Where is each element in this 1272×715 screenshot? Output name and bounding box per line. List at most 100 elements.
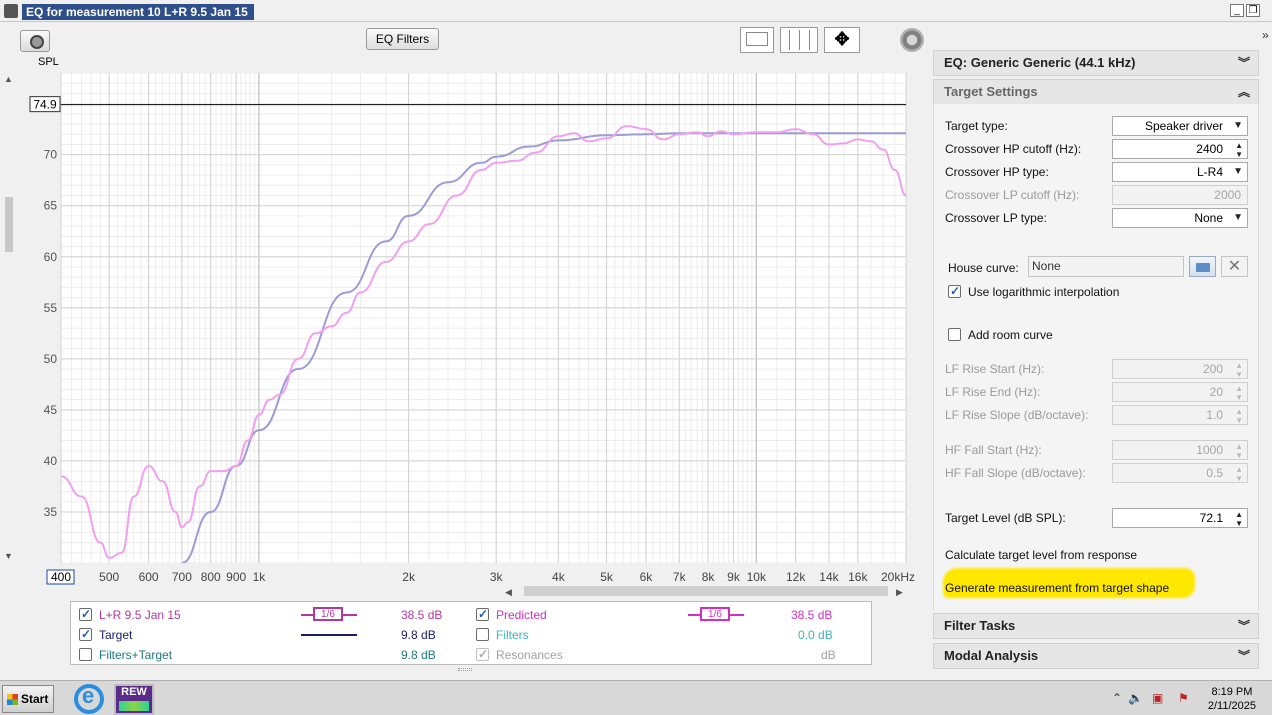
- show-hidden-icons-icon[interactable]: ⌃: [1112, 691, 1122, 705]
- internet-explorer-icon[interactable]: [74, 683, 104, 714]
- resize-grip[interactable]: [458, 668, 472, 671]
- x-tick-label: 16k: [848, 570, 868, 584]
- hf-fall-slope-value: 0.5: [1206, 466, 1223, 480]
- lp-cutoff-value: 2000: [1214, 188, 1241, 202]
- gear-icon[interactable]: [900, 28, 924, 52]
- room-curve-checkbox[interactable]: [948, 328, 961, 341]
- lp-type-select[interactable]: None ▼: [1112, 208, 1248, 228]
- predicted-checkbox[interactable]: [476, 607, 489, 621]
- start-button[interactable]: Start: [2, 685, 54, 713]
- measurement-checkbox[interactable]: [79, 607, 92, 621]
- lf-rise-start-spinner: 200 ▲ ▼: [1112, 359, 1248, 379]
- single-view-icon[interactable]: [740, 27, 774, 53]
- house-curve-field[interactable]: None: [1028, 256, 1184, 277]
- lf-rise-slope-value: 1.0: [1206, 408, 1223, 422]
- move-arrows-icon[interactable]: ✥: [824, 27, 860, 53]
- target-level-spinner[interactable]: 72.1 ▲ ▼: [1112, 508, 1248, 528]
- filters-target-checkbox[interactable]: [79, 648, 92, 661]
- split-view-icon[interactable]: [780, 27, 818, 53]
- hf-fall-start-value: 1000: [1196, 443, 1223, 457]
- y-tick-label: 35: [44, 505, 58, 519]
- hp-type-select[interactable]: L-R4 ▼: [1112, 162, 1248, 182]
- legend-row-resonances: Resonances dB: [476, 647, 866, 665]
- restore-button[interactable]: ❐: [1246, 4, 1260, 17]
- smoothing-badge[interactable]: 1/6: [313, 607, 343, 621]
- window-title: EQ for measurement 10 L+R 9.5 Jan 15: [22, 4, 254, 20]
- lp-type-label: Crossover LP type:: [945, 211, 1047, 225]
- legend-value: 9.8 dB: [401, 628, 436, 642]
- rew-app-button[interactable]: REW: [114, 684, 154, 715]
- speaker-icon[interactable]: 🔈: [1128, 691, 1143, 705]
- system-clock[interactable]: 8:19 PM 2/11/2025: [1208, 685, 1256, 713]
- lf-rise-end-spinner: 20 ▲ ▼: [1112, 382, 1248, 402]
- dropdown-arrow-icon: ▼: [1233, 212, 1243, 223]
- y-axis-title: SPL: [38, 56, 59, 68]
- smoothing-badge[interactable]: 1/6: [700, 607, 730, 621]
- clock-date: 2/11/2025: [1207, 700, 1256, 712]
- minimize-button[interactable]: _: [1230, 4, 1244, 17]
- log-interp-checkbox[interactable]: [948, 284, 961, 298]
- x-tick-label: 1k: [253, 570, 267, 584]
- graph-area[interactable]: 35 40 45 50 55 60 65 70 74.9 400 500 600 700 800 900 1k…: [0, 70, 928, 600]
- legend-label: Predicted: [496, 608, 547, 622]
- legend-label: Filters+Target: [99, 648, 173, 662]
- y-tick-label: 55: [44, 301, 58, 315]
- legend-label: L+R 9.5 Jan 15: [99, 608, 181, 622]
- resonances-checkbox: [476, 647, 489, 661]
- log-interp-label: Use logarithmic interpolation: [968, 285, 1120, 299]
- x-tick-label: 20kHz: [881, 570, 915, 584]
- modal-analysis-header[interactable]: Modal Analysis ︾: [933, 643, 1259, 669]
- x-tick-label: 600: [139, 570, 159, 584]
- room-curve-label: Add room curve: [968, 328, 1053, 342]
- legend-row-target[interactable]: Target 9.8 dB: [79, 627, 459, 645]
- modal-analysis-title: Modal Analysis: [944, 648, 1039, 663]
- hp-type-label: Crossover HP type:: [945, 165, 1049, 179]
- legend-row-measurement[interactable]: L+R 9.5 Jan 15 1/6 38.5 dB: [79, 607, 459, 625]
- lf-rise-start-label: LF Rise Start (Hz):: [945, 362, 1045, 376]
- chevron-down-icon[interactable]: ︾: [1238, 644, 1250, 668]
- calc-target-level-link[interactable]: Calculate target level from response: [945, 548, 1137, 562]
- legend-row-filters-target[interactable]: Filters+Target 9.8 dB: [79, 647, 459, 665]
- network-icon[interactable]: ▣: [1152, 691, 1163, 705]
- lp-cutoff-label: Crossover LP cutoff (Hz):: [945, 188, 1080, 202]
- eq-filters-button[interactable]: EQ Filters: [366, 28, 439, 50]
- lf-rise-slope-spinner: 1.0 ▲ ▼: [1112, 405, 1248, 425]
- generate-measurement-link[interactable]: Generate measurement from target shape: [945, 581, 1169, 595]
- chevron-down-icon[interactable]: ︾: [1238, 614, 1250, 638]
- target-type-value: Speaker driver: [1144, 119, 1223, 133]
- camera-icon[interactable]: [20, 30, 50, 52]
- folder-icon[interactable]: [1189, 256, 1216, 277]
- spl-chart[interactable]: 35 40 45 50 55 60 65 70 74.9 400 500 600 700 800 900 1k…: [0, 70, 928, 600]
- hp-type-value: L-R4: [1196, 165, 1223, 179]
- dropdown-arrow-icon: ▼: [1233, 166, 1243, 177]
- action-center-icon[interactable]: ⚑: [1178, 691, 1189, 705]
- hf-fall-slope-label: HF Fall Slope (dB/octave):: [945, 466, 1086, 480]
- spinner-arrows-icon[interactable]: ▲ ▼: [1235, 510, 1243, 528]
- target-settings-header[interactable]: Target Settings ︽: [933, 79, 1259, 105]
- filter-tasks-header[interactable]: Filter Tasks ︾: [933, 613, 1259, 639]
- hf-fall-start-spinner: 1000 ▲ ▼: [1112, 440, 1248, 460]
- chevron-down-icon[interactable]: ︾: [1238, 51, 1250, 75]
- close-icon[interactable]: ✕: [1221, 256, 1248, 277]
- house-curve-label: House curve:: [948, 261, 1019, 275]
- target-checkbox[interactable]: [79, 627, 92, 641]
- legend-row-predicted[interactable]: Predicted 1/6 38.5 dB: [476, 607, 866, 625]
- hp-cutoff-label: Crossover HP cutoff (Hz):: [945, 142, 1082, 156]
- eq-side-panel: EQ: Generic Generic (44.1 kHz) ︾ Target …: [933, 50, 1259, 680]
- legend-row-filters[interactable]: Filters 0.0 dB: [476, 627, 866, 645]
- x-tick-label: 900: [226, 570, 246, 584]
- lf-rise-start-value: 200: [1202, 362, 1223, 376]
- chevron-up-icon[interactable]: ︽: [1238, 80, 1250, 104]
- title-bar: EQ for measurement 10 L+R 9.5 Jan 15 _ ❐: [0, 0, 1272, 22]
- spinner-arrows-icon[interactable]: ▲ ▼: [1235, 141, 1243, 159]
- filters-checkbox[interactable]: [476, 628, 489, 641]
- x-tick-label: 9k: [727, 570, 741, 584]
- app-icon[interactable]: [4, 4, 18, 18]
- hp-cutoff-spinner[interactable]: 2400 ▲ ▼: [1112, 139, 1248, 159]
- y-tick-label: 65: [44, 199, 58, 213]
- target-type-select[interactable]: Speaker driver ▼: [1112, 116, 1248, 136]
- y-tick-label: 70: [44, 148, 58, 162]
- collapse-panel-icon[interactable]: »: [1262, 28, 1269, 42]
- eq-header[interactable]: EQ: Generic Generic (44.1 kHz) ︾: [933, 50, 1259, 76]
- x-tick-label: 10k: [747, 570, 767, 584]
